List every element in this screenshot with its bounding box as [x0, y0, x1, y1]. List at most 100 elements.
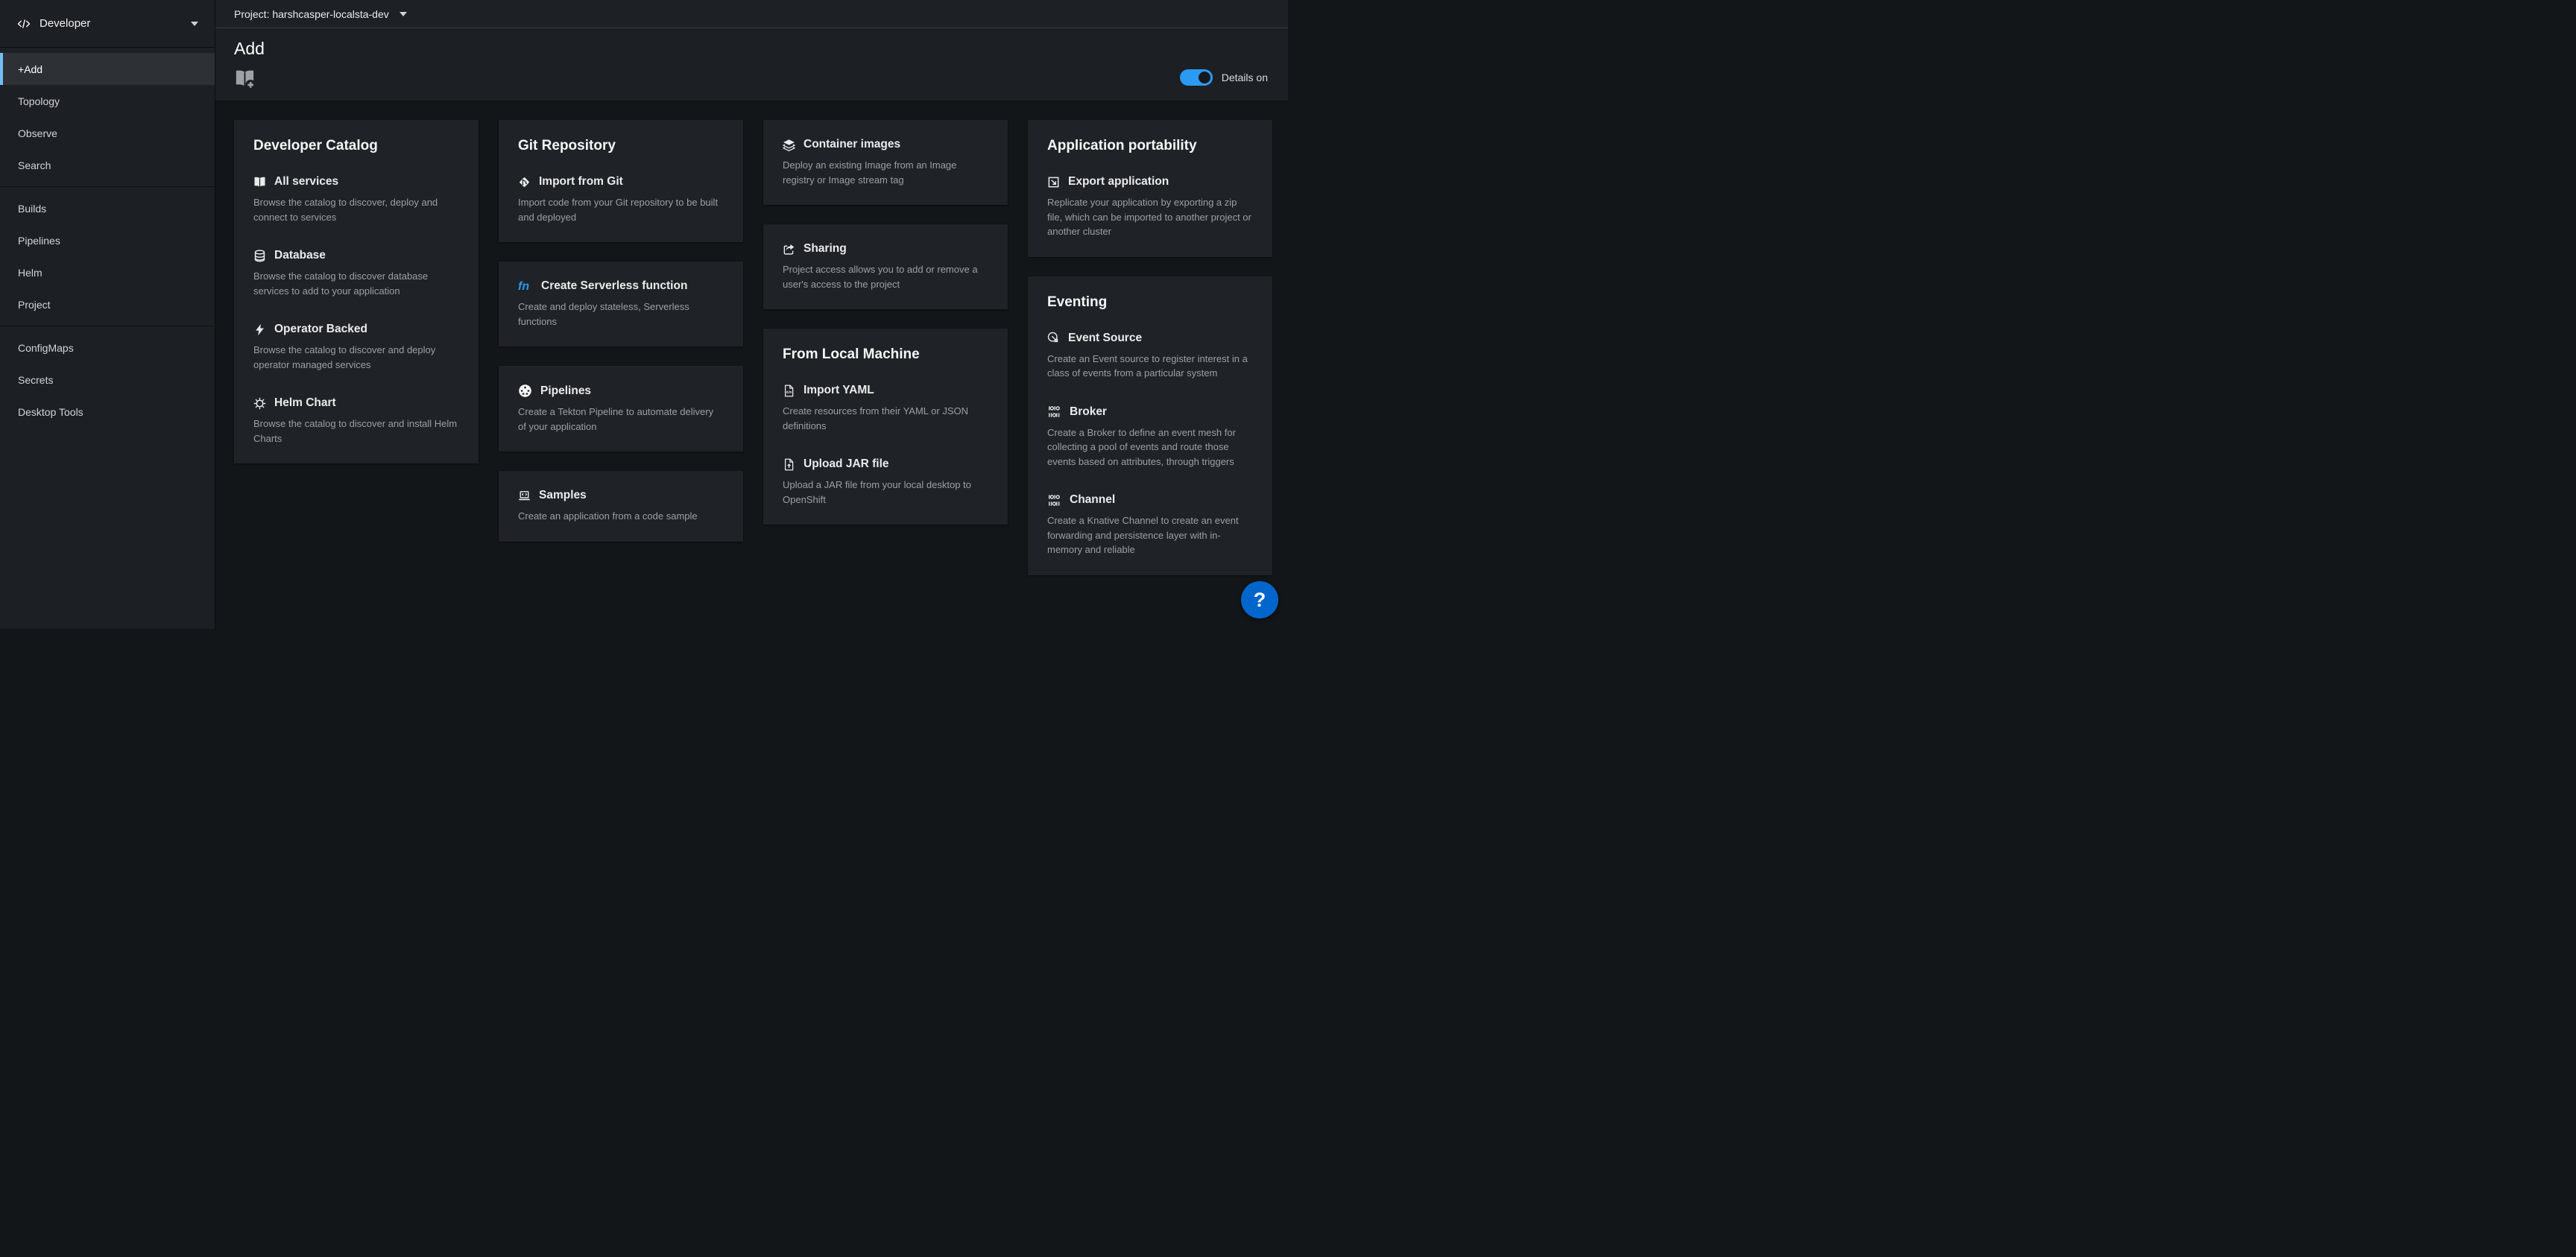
tile-helm-chart[interactable]: Helm Chart Browse the catalog to discove… [253, 396, 459, 446]
tile-description: Create an application from a code sample [518, 509, 724, 524]
sidebar-item-builds[interactable]: Builds [0, 192, 215, 224]
tile-label: Channel [1070, 493, 1115, 507]
tile-description: Deploy an existing Image from an Image r… [783, 158, 988, 187]
page-header: Add Details on [215, 28, 1288, 101]
tile-import-yaml[interactable]: Import YAML Create resources from their … [783, 384, 988, 433]
tekton-icon [518, 384, 532, 398]
page-title: Add [234, 37, 1268, 60]
card-container-images: Container images Deploy an existing Imag… [763, 120, 1008, 205]
tile-container-images[interactable]: Container images Deploy an existing Imag… [783, 138, 988, 187]
console-window: Developer +Add Topology Observe Search B… [0, 0, 1288, 629]
chevron-down-icon [400, 12, 407, 16]
binary-icon [1047, 405, 1061, 418]
helm-icon [253, 397, 266, 410]
sidebar-nav: +Add Topology Observe Search Builds Pipe… [0, 48, 215, 433]
function-icon: fn [518, 280, 533, 293]
card-title: Application portability [1047, 138, 1253, 154]
tile-description: Import code from your Git repository to … [518, 195, 724, 224]
tile-label: Database [274, 249, 326, 262]
card-column: Git Repository [499, 120, 743, 629]
card-column: Developer Catalog All services Brow [234, 120, 479, 629]
card-title: Git Repository [518, 138, 724, 154]
chevron-down-icon [191, 22, 198, 26]
perspective-switcher[interactable]: Developer [0, 0, 215, 48]
tile-description: Project access allows you to add or remo… [783, 262, 988, 291]
tile-description: Create a Tekton Pipeline to automate del… [518, 405, 724, 434]
card-title: From Local Machine [783, 346, 988, 363]
tile-samples[interactable]: Samples Create an application from a cod… [518, 489, 724, 524]
card-column: Container images Deploy an existing Imag… [763, 120, 1008, 629]
card-samples: Samples Create an application from a cod… [499, 471, 743, 542]
tile-label: Helm Chart [274, 396, 336, 410]
git-icon [518, 176, 531, 189]
tile-label: Upload JAR file [804, 457, 889, 471]
add-page-content: Developer Catalog All services Brow [215, 101, 1288, 629]
card-eventing: Eventing Event Source Create an Eve [1028, 276, 1272, 575]
tile-label: Operator Backed [274, 323, 367, 336]
tile-operator-backed[interactable]: Operator Backed Browse the catalog to di… [253, 323, 459, 372]
book-plus-icon[interactable] [234, 69, 256, 89]
binary-icon [1047, 494, 1061, 507]
perspective-label: Developer [40, 17, 90, 30]
tile-label: Export application [1068, 175, 1169, 189]
layers-icon [783, 139, 795, 151]
tile-pipelines[interactable]: Pipelines Create a Tekton Pipeline to au… [518, 384, 724, 434]
sidebar-item-helm[interactable]: Helm [0, 256, 215, 288]
card-sharing: Sharing Project access allows you to add… [763, 224, 1008, 309]
tile-channel[interactable]: Channel Create a Knative Channel to crea… [1047, 493, 1253, 557]
tile-sharing[interactable]: Sharing Project access allows you to add… [783, 242, 988, 291]
tile-description: Create an Event source to register inter… [1047, 352, 1253, 381]
tile-description: Create resources from their YAML or JSON… [783, 404, 988, 433]
sidebar-item-desktop-tools[interactable]: Desktop Tools [0, 396, 215, 428]
tile-upload-jar-file[interactable]: Upload JAR file Upload a JAR file from y… [783, 457, 988, 507]
tile-all-services[interactable]: All services Browse the catalog to disco… [253, 175, 459, 224]
details-toggle-label: Details on [1222, 72, 1268, 83]
tile-label: All services [274, 175, 338, 189]
tile-label: Broker [1070, 405, 1107, 419]
project-selector[interactable]: Project: harshcasper-localsta-dev [234, 8, 407, 20]
details-toggle[interactable] [1180, 69, 1213, 86]
card-pipelines: Pipelines Create a Tekton Pipeline to au… [499, 366, 743, 452]
sidebar-item-pipelines[interactable]: Pipelines [0, 224, 215, 256]
tile-description: Browse the catalog to discover, deploy a… [253, 195, 459, 224]
question-mark-icon: ? [1254, 589, 1266, 612]
code-icon [16, 18, 31, 30]
toggle-knob [1199, 72, 1210, 83]
book-icon [253, 176, 266, 189]
tile-broker[interactable]: Broker Create a Broker to define an even… [1047, 405, 1253, 469]
card-application-portability: Application portability Export applicati… [1028, 120, 1272, 257]
tile-label: Pipelines [540, 384, 591, 398]
main-area: Project: harshcasper-localsta-dev Add De… [215, 0, 1288, 629]
tile-label: Create Serverless function [541, 279, 687, 293]
tile-description: Browse the catalog to discover database … [253, 269, 459, 298]
tile-export-application[interactable]: Export application Replicate your applic… [1047, 175, 1253, 239]
database-icon [253, 250, 266, 262]
sidebar-item-configmaps[interactable]: ConfigMaps [0, 332, 215, 364]
sidebar-item-topology[interactable]: Topology [0, 85, 215, 117]
share-icon [783, 243, 795, 256]
card-git-repository: Git Repository [499, 120, 743, 242]
tile-database[interactable]: Database Browse the catalog to discover … [253, 249, 459, 298]
sidebar-item-add[interactable]: +Add [0, 53, 215, 85]
tile-label: Import YAML [804, 384, 874, 397]
tile-description: Upload a JAR file from your local deskto… [783, 478, 988, 507]
export-icon [1047, 176, 1060, 189]
tile-import-from-git[interactable]: Import from Git Import code from your Gi… [518, 175, 724, 224]
tile-description: Browse the catalog to discover and deplo… [253, 343, 459, 372]
help-button[interactable]: ? [1241, 581, 1278, 618]
tile-label: Event Source [1068, 332, 1142, 345]
sidebar-item-observe[interactable]: Observe [0, 117, 215, 149]
tile-label: Container images [804, 138, 900, 151]
tile-label: Sharing [804, 242, 847, 256]
card-from-local-machine: From Local Machine Import YAML [763, 329, 1008, 525]
tile-label: Import from Git [539, 175, 623, 189]
sidebar-item-secrets[interactable]: Secrets [0, 364, 215, 396]
file-code-icon [783, 384, 795, 397]
tile-label: Samples [539, 489, 587, 502]
project-bar: Project: harshcasper-localsta-dev [215, 0, 1288, 28]
tile-create-serverless-function[interactable]: fn Create Serverless function Create and… [518, 279, 724, 329]
card-title: Eventing [1047, 294, 1253, 311]
sidebar-item-search[interactable]: Search [0, 149, 215, 181]
sidebar-item-project[interactable]: Project [0, 288, 215, 320]
tile-event-source[interactable]: Event Source Create an Event source to r… [1047, 332, 1253, 381]
